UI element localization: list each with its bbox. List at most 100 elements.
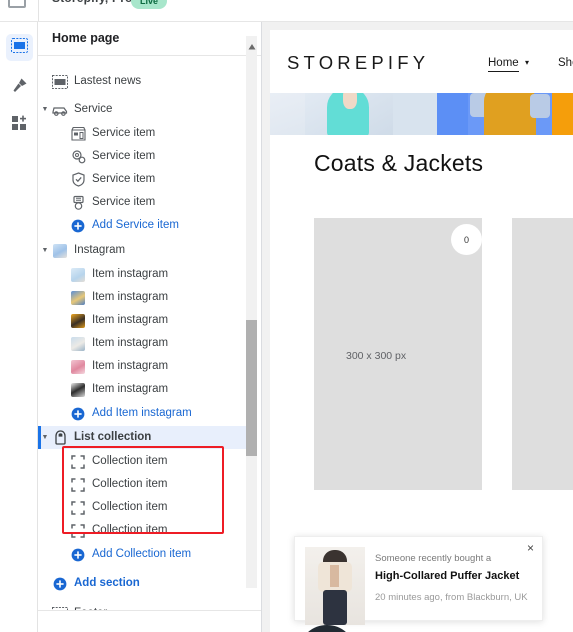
nav-link-shop[interactable]: Sho xyxy=(558,57,573,69)
plus-circle-icon xyxy=(52,576,68,592)
tree-row-label: Add section xyxy=(74,576,140,589)
tree-row-label: Item instagram xyxy=(92,290,169,303)
tree-row-label: Instagram xyxy=(74,243,126,256)
storefront-header: STOREPIFY Home ▾ Sho xyxy=(270,30,573,93)
monitor-icon xyxy=(8,0,26,8)
storepify-page-editor: Storepify, Product Live xyxy=(0,0,573,632)
tree-row-service[interactable]: ▼ Service xyxy=(38,98,252,121)
toast-line-1: Someone recently bought a xyxy=(375,553,492,564)
tree-row-label: Collection item xyxy=(92,500,168,513)
banner-icon xyxy=(52,74,68,90)
frame-icon xyxy=(70,477,86,493)
storefront-preview: STOREPIFY Home ▾ Sho xyxy=(270,30,573,632)
tree-row-service-item[interactable]: Service item xyxy=(38,122,252,145)
tree-row-item-instagram[interactable]: Item instagram xyxy=(38,286,252,309)
tree-row-label: Item instagram xyxy=(92,313,169,326)
tree-row-item-instagram[interactable]: Item instagram xyxy=(38,263,252,286)
frame-icon xyxy=(70,454,86,470)
tree-row-service-item[interactable]: Service item xyxy=(38,191,252,214)
product-card-1[interactable]: 300 x 300 px xyxy=(314,218,482,490)
twisty-expanded-icon[interactable]: ▼ xyxy=(40,106,50,113)
close-icon[interactable]: × xyxy=(527,541,534,555)
banner-seg-3 xyxy=(393,93,437,135)
tree-row-label: Collection item xyxy=(92,454,168,467)
product-card-2[interactable] xyxy=(512,218,573,490)
tree-scrollbar-track[interactable] xyxy=(246,36,257,588)
rail-item-design[interactable] xyxy=(6,74,33,101)
banner-seg-2 xyxy=(305,93,393,135)
plus-circle-icon xyxy=(70,547,86,563)
tree-row-item-instagram[interactable]: Item instagram xyxy=(38,355,252,378)
tree-row-collection-item[interactable]: Collection item xyxy=(38,519,252,542)
photo-thumb-3-icon xyxy=(70,313,86,329)
twisty-expanded-icon[interactable]: ▼ xyxy=(40,247,50,254)
pages-icon xyxy=(11,37,28,58)
twisty-expanded-icon[interactable]: ▼ xyxy=(40,434,50,441)
tree-row-add-service-item[interactable]: Add Service item xyxy=(38,214,252,237)
toast-product-name: High-Collared Puffer Jacket xyxy=(375,570,520,582)
panel-bottom-divider xyxy=(38,610,262,611)
page-structure-tree[interactable]: Lastest news ▼ Service Service item Service … xyxy=(38,57,262,610)
tree-row-label: Service item xyxy=(92,195,156,208)
tree-row-add-item-instagram[interactable]: Add Item instagram xyxy=(38,402,252,425)
page-title: Home page xyxy=(52,31,120,45)
frame-icon xyxy=(70,523,86,539)
plus-circle-icon xyxy=(70,218,86,234)
page-structure-panel: Home page Lastest news ▼ Service Service it… xyxy=(38,22,262,632)
tree-row-label: Add Item instagram xyxy=(92,406,192,419)
storefront-icon xyxy=(70,126,86,142)
banner-seg-1 xyxy=(270,93,305,135)
tree-row-collection-item[interactable]: Collection item xyxy=(38,473,252,496)
brand-logo: STOREPIFY xyxy=(287,52,430,73)
tree-row-collection-item[interactable]: Collection item xyxy=(38,496,252,519)
tree-row-item-instagram[interactable]: Item instagram xyxy=(38,332,252,355)
panel-header: Home page xyxy=(38,22,262,56)
rail-item-pages[interactable] xyxy=(6,34,33,61)
frame-icon xyxy=(70,500,86,516)
tree-row-label: Item instagram xyxy=(92,382,169,395)
top-bar-divider xyxy=(38,0,39,22)
tree-row-item-instagram[interactable]: Item instagram xyxy=(38,309,252,332)
product-badge-count: 0 xyxy=(451,224,482,255)
tree-row-add-section[interactable]: Add section xyxy=(38,572,252,595)
tree-row-service-item[interactable]: Service item xyxy=(38,145,252,168)
tree-row-list-collection[interactable]: ▼ List collection xyxy=(38,426,252,449)
tree-row-item-instagram[interactable]: Item instagram xyxy=(38,378,252,401)
section-heading: Coats & Jackets xyxy=(314,150,484,176)
banner-seg-5 xyxy=(468,93,552,135)
nav-link-home[interactable]: Home xyxy=(488,57,519,72)
tree-row-label: List collection xyxy=(74,430,152,443)
tree-row-label: Collection item xyxy=(92,523,168,536)
banner-seg-4 xyxy=(437,93,468,135)
photo-thumb-5-icon xyxy=(70,359,86,375)
tree-row-label: Add Service item xyxy=(92,218,179,231)
chevron-down-icon: ▾ xyxy=(525,58,530,67)
tree-row-label: Service item xyxy=(92,126,156,139)
placeholder-size-label: 300 x 300 px xyxy=(346,350,407,362)
toast-meta: 20 minutes ago, from Blackburn, UK xyxy=(375,592,528,603)
tree-row-collection-item[interactable]: Collection item xyxy=(38,450,252,473)
purchase-notification-toast[interactable]: × Someone recently bought a High-Collare… xyxy=(294,536,543,625)
store-preview-pane: STOREPIFY Home ▾ Sho xyxy=(262,22,573,632)
tree-row-label: Item instagram xyxy=(92,359,169,372)
shield-check-icon xyxy=(70,172,86,188)
tree-row-add-collection-item[interactable]: Add Collection item xyxy=(38,543,252,566)
tree-scrollbar-thumb[interactable] xyxy=(246,320,257,456)
rail-item-add-blocks[interactable] xyxy=(6,112,33,139)
tree-row-lastest-news[interactable]: Lastest news xyxy=(38,70,252,93)
photo-thumb-4-icon xyxy=(70,336,86,352)
tree-row-service-item[interactable]: Service item xyxy=(38,168,252,191)
tree-row-footer[interactable]: ▶Footer xyxy=(38,602,252,610)
design-brush-icon xyxy=(11,77,28,99)
tree-row-instagram[interactable]: ▼ Instagram xyxy=(38,239,252,262)
tree-row-label: Service xyxy=(74,102,113,115)
add-blocks-icon xyxy=(11,115,28,137)
tree-row-label: Item instagram xyxy=(92,336,169,349)
service-icon xyxy=(52,102,68,118)
plus-circle-icon xyxy=(70,406,86,422)
tree-row-label: Item instagram xyxy=(92,267,169,280)
scroll-up-arrow-icon[interactable] xyxy=(248,38,256,50)
hero-banner xyxy=(270,93,573,135)
photo-thumb-2-icon xyxy=(70,290,86,306)
product-thumbnail xyxy=(305,547,365,625)
